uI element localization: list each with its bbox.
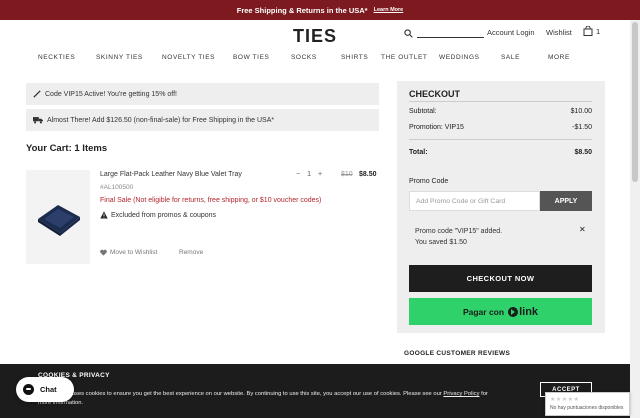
link-logo: link (508, 306, 538, 318)
scrollbar-thumb[interactable] (632, 22, 638, 182)
final-sale-notice: Final Sale (Not eligible for returns, fr… (100, 197, 322, 204)
chat-button[interactable]: Chat (16, 377, 74, 402)
product-sku: #AL100500 (100, 184, 134, 191)
nav-item-weddings[interactable]: WEDDINGS (439, 54, 480, 61)
promo-topbar: Free Shipping & Returns in the USA* Lear… (0, 0, 640, 20)
privacy-policy-link[interactable]: Privacy Policy (443, 391, 479, 397)
nav-item-shirts[interactable]: SHIRTS (341, 54, 368, 61)
site-header: TIES Account Login Wishlist 1 (0, 20, 640, 48)
site-logo[interactable]: TIES (293, 26, 337, 47)
nav-item-sale[interactable]: SALE (501, 54, 520, 61)
promo-active-banner: Code VIP15 Active! You're getting 15% of… (26, 83, 379, 105)
cart-button[interactable]: 1 (583, 26, 600, 36)
apply-button[interactable]: APPLY (540, 191, 592, 211)
wishlist-link[interactable]: Wishlist (546, 28, 572, 37)
main-nav: NECKTIES SKINNY TIES NOVELTY TIES BOW TI… (0, 54, 640, 68)
quantity-stepper: − 1 + (296, 171, 322, 178)
checkout-title: CHECKOUT (409, 89, 460, 99)
divider (409, 101, 592, 102)
move-to-wishlist-button[interactable]: Move to Wishlist (100, 249, 157, 256)
nav-item-bow-ties[interactable]: BOW TIES (233, 54, 269, 61)
cookie-banner: COOKIES & PRIVACY This website uses cook… (0, 364, 630, 418)
qty-value: 1 (307, 171, 311, 178)
cookie-body: This website uses cookies to ensure you … (38, 391, 442, 397)
nav-item-novelty-ties[interactable]: NOVELTY TIES (162, 54, 215, 61)
promo-message-line-1: Promo code "VIP15" added. (415, 228, 503, 235)
nav-item-the-outlet[interactable]: THE OUTLET (381, 54, 427, 61)
nav-item-neckties[interactable]: NECKTIES (38, 54, 75, 61)
cart-title: Your Cart: 1 Items (26, 143, 108, 154)
learn-more-link[interactable]: Learn More (374, 7, 404, 13)
total-row: Total: $8.50 (409, 149, 592, 156)
chat-label: Chat (40, 385, 57, 394)
nav-item-socks[interactable]: SOCKS (291, 54, 317, 61)
topbar-text: Free Shipping & Returns in the USA* (236, 5, 368, 15)
tag-icon (33, 90, 41, 98)
sale-price: $8.50 (359, 171, 377, 178)
nav-item-more[interactable]: MORE (548, 54, 570, 61)
promo-code-label: Promo Code (409, 178, 449, 185)
promotion-label: Promotion: VIP15 (409, 124, 464, 131)
link-arrow-icon (508, 306, 519, 317)
product-name[interactable]: Large Flat-Pack Leather Navy Blue Valet … (100, 171, 242, 178)
subtotal-row: Subtotal: $10.00 (409, 108, 592, 115)
promotion-row: Promotion: VIP15 -$1.50 (409, 124, 592, 131)
bag-icon (583, 26, 593, 36)
chat-icon (23, 384, 34, 395)
promo-banner-text: Code VIP15 Active! You're getting 15% of… (45, 90, 177, 98)
subtotal-label: Subtotal: (409, 108, 437, 115)
remove-button[interactable]: Remove (179, 249, 203, 256)
divider (409, 139, 592, 140)
qty-minus-button[interactable]: − (296, 171, 300, 178)
search-icon[interactable] (404, 29, 413, 38)
promo-message-line-2: You saved $1.50 (415, 239, 467, 246)
scrollbar[interactable] (630, 20, 640, 418)
valet-tray-image (38, 205, 80, 236)
search-bar[interactable] (404, 28, 484, 38)
shipping-banner: Almost There! Add $126.50 (non-final-sal… (26, 109, 379, 131)
original-price: $10 (341, 171, 353, 178)
shipping-banner-text: Almost There! Add $126.50 (non-final-sal… (47, 116, 275, 124)
qty-plus-button[interactable]: + (318, 171, 322, 178)
truck-icon (33, 117, 43, 124)
total-label: Total: (409, 149, 428, 156)
promo-applied-message: Promo code "VIP15" added. You saved $1.5… (415, 226, 502, 248)
google-reviews-badge[interactable]: ★★★★★ No hay puntuaciones disponibles (545, 392, 630, 416)
close-icon[interactable]: ✕ (579, 225, 586, 234)
search-input[interactable] (417, 28, 484, 38)
excluded-text: Excluded from promos & coupons (111, 211, 217, 219)
account-login-link[interactable]: Account Login (487, 28, 535, 37)
heart-icon (100, 249, 107, 256)
nav-item-skinny-ties[interactable]: SKINNY TIES (96, 54, 143, 61)
move-to-wishlist-label: Move to Wishlist (110, 249, 158, 256)
total-value: $8.50 (574, 149, 592, 156)
link-logo-text: link (519, 305, 539, 318)
warning-icon (100, 211, 108, 219)
promotion-value: -$1.50 (572, 124, 592, 131)
badge-text: No hay puntuaciones disponibles (550, 405, 624, 411)
checkout-panel: CHECKOUT Subtotal: $10.00 Promotion: VIP… (397, 81, 605, 333)
google-reviews-heading: GOOGLE CUSTOMER REVIEWS (404, 350, 511, 357)
cookie-text: This website uses cookies to ensure you … (38, 390, 498, 408)
cart-count: 1 (596, 26, 601, 36)
promo-code-input[interactable]: Add Promo Code or Gift Card (409, 191, 540, 211)
checkout-now-button[interactable]: CHECKOUT NOW (409, 265, 592, 292)
pay-with-link-button[interactable]: Pagar con link (409, 298, 592, 325)
product-image[interactable] (26, 170, 90, 264)
rating-stars-icon: ★★★★★ (550, 397, 580, 403)
subtotal-value: $10.00 (570, 108, 592, 115)
excluded-notice: Excluded from promos & coupons (100, 211, 216, 219)
pay-with-label: Pagar con (462, 306, 505, 317)
